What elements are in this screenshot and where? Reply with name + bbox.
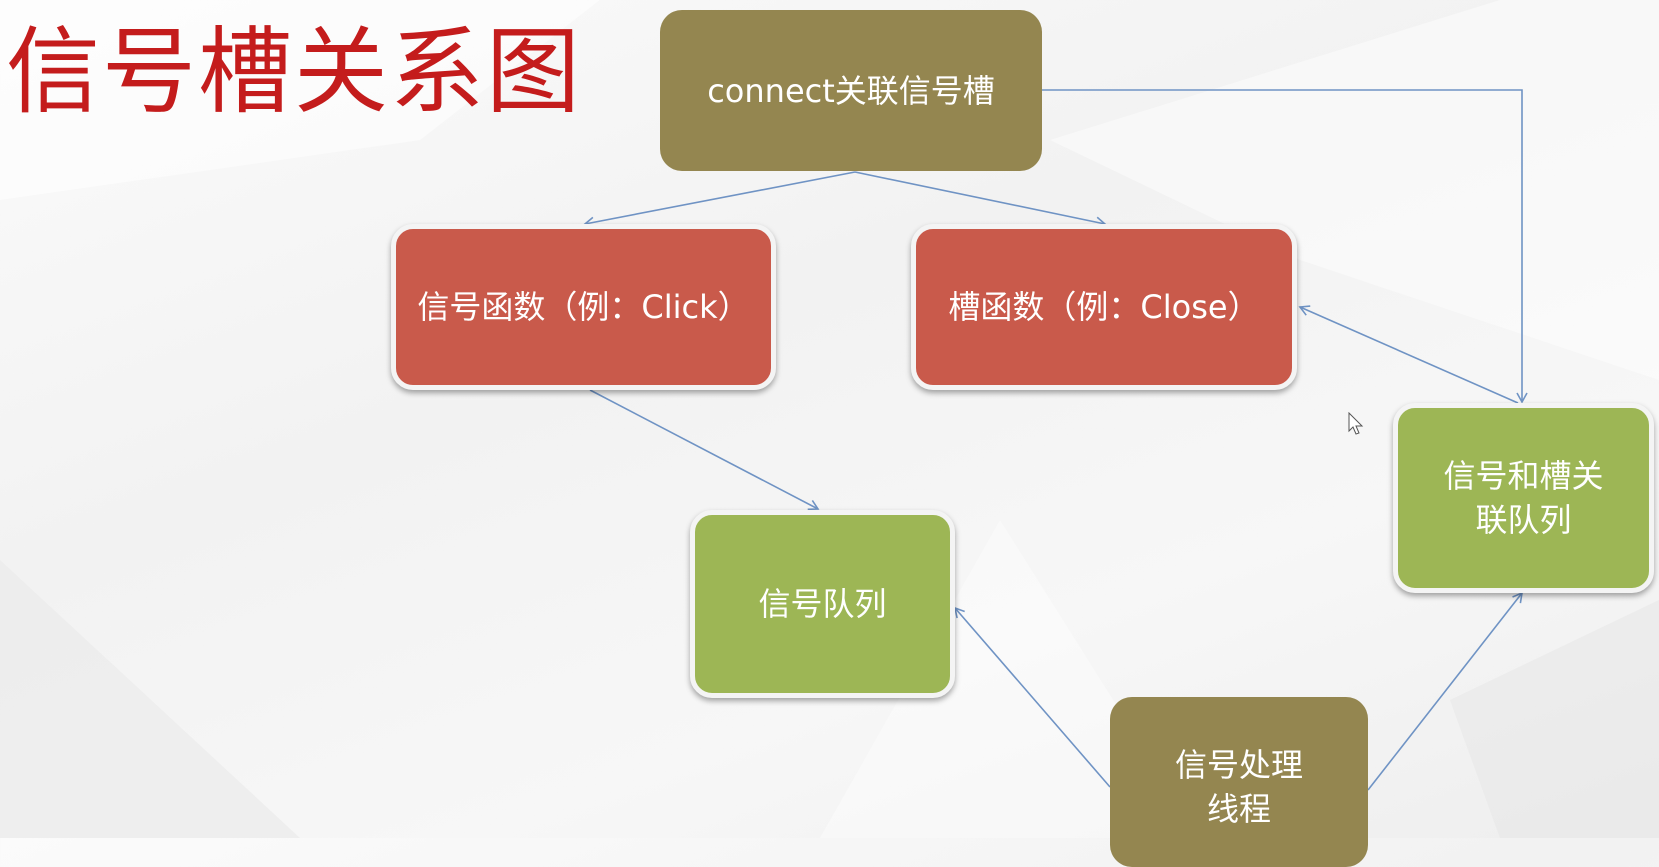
connect-node: connect关联信号槽: [660, 10, 1042, 171]
connect-node-label: connect关联信号槽: [707, 71, 995, 110]
arrow-signal-function-to-signal-queue: [589, 389, 820, 511]
signal-thread-label-line1: 信号处理: [1174, 746, 1303, 784]
signal-function-node: 信号函数（例：Click）: [391, 224, 776, 390]
signal-function-label: 信号函数（例：Click）: [417, 288, 750, 326]
signal-slot-queue-node: 信号和槽关 联队列: [1393, 403, 1654, 593]
arrow-connect-to-slot-function: [854, 171, 1107, 228]
arrow-thread-to-signal-slot-queue: [1367, 591, 1524, 791]
arrow-thread-to-signal-queue: [953, 606, 1111, 788]
slot-function-node: 槽函数（例：Close）: [911, 224, 1297, 390]
signal-thread-node: 信号处理 线程: [1110, 697, 1368, 867]
signal-thread-label-line2: 线程: [1206, 790, 1271, 828]
mouse-pointer-icon: [1348, 412, 1364, 435]
signal-queue-label: 信号队列: [758, 585, 887, 623]
signal-queue-node: 信号队列: [690, 510, 955, 698]
arrow-queue-to-slot-function: [1298, 305, 1519, 404]
signal-slot-queue-label-line1: 信号和槽关: [1443, 457, 1604, 495]
signal-slot-queue-label-line2: 联队列: [1475, 501, 1572, 539]
slot-function-label: 槽函数（例：Close）: [948, 288, 1260, 326]
arrow-connect-to-signal-function: [583, 171, 856, 228]
